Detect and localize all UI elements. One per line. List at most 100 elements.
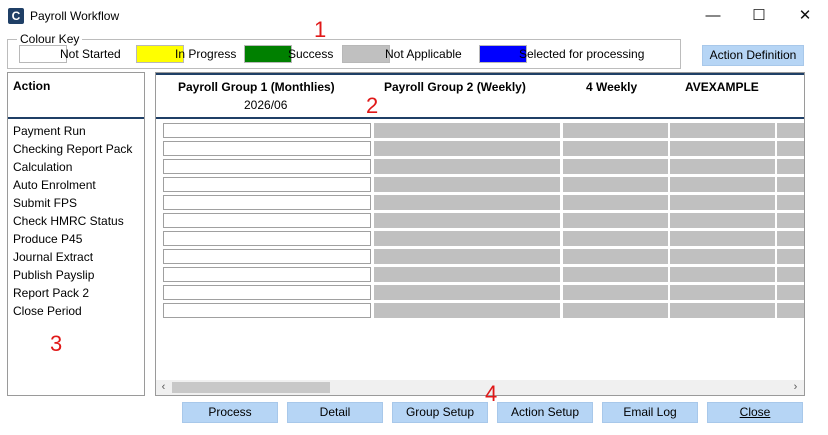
column-header-group-1[interactable]: Payroll Group 1 (Monthlies) (178, 80, 335, 94)
annotation-4: 4 (485, 381, 498, 406)
status-cell[interactable] (777, 159, 804, 174)
status-cell[interactable] (374, 249, 560, 264)
action-item[interactable]: Payment Run (13, 122, 86, 140)
status-cell[interactable] (777, 123, 804, 138)
action-definition-button[interactable]: Action Definition (702, 45, 804, 66)
colour-key: Colour Key Not Started In Progress Succe… (7, 32, 681, 69)
grid-top-divider (156, 73, 804, 75)
status-cell[interactable] (563, 123, 668, 138)
annotation-2: 2 (366, 93, 379, 118)
status-cell[interactable] (163, 159, 371, 174)
close-window-icon[interactable]: ✕ (782, 0, 828, 32)
window-title: Payroll Workflow (30, 9, 120, 23)
minimize-icon[interactable]: — (690, 0, 736, 32)
status-cell[interactable] (374, 123, 560, 138)
status-cell[interactable] (563, 231, 668, 246)
group-setup-button[interactable]: Group Setup (392, 402, 488, 423)
status-cell[interactable] (163, 285, 371, 300)
status-cell[interactable] (670, 141, 775, 156)
status-cell[interactable] (374, 213, 560, 228)
status-cell[interactable] (374, 285, 560, 300)
swatch-success (244, 45, 292, 63)
status-cell[interactable] (163, 123, 371, 138)
key-label-success: Success (288, 47, 334, 61)
status-cell[interactable] (777, 213, 804, 228)
process-button[interactable]: Process (182, 402, 278, 423)
status-cell[interactable] (374, 177, 560, 192)
status-cell[interactable] (563, 141, 668, 156)
status-cell[interactable] (563, 285, 668, 300)
close-button[interactable]: Close (707, 402, 803, 423)
title-bar: C Payroll Workflow — ☐ ✕ (0, 0, 828, 32)
action-item[interactable]: Report Pack 2 (13, 284, 89, 302)
action-item[interactable]: Journal Extract (13, 248, 93, 266)
status-cell[interactable] (563, 303, 668, 318)
action-item[interactable]: Auto Enrolment (13, 176, 96, 194)
status-cell[interactable] (563, 159, 668, 174)
status-cell[interactable] (563, 195, 668, 210)
status-cell[interactable] (163, 141, 371, 156)
status-cell[interactable] (777, 195, 804, 210)
status-cell[interactable] (670, 231, 775, 246)
status-cell[interactable] (777, 303, 804, 318)
status-cell[interactable] (670, 249, 775, 264)
action-header-divider (8, 117, 144, 119)
key-label-not-started: Not Started (60, 47, 121, 61)
status-cell[interactable] (777, 285, 804, 300)
status-cell[interactable] (374, 159, 560, 174)
status-cell[interactable] (670, 123, 775, 138)
status-cell[interactable] (670, 213, 775, 228)
status-cell[interactable] (670, 159, 775, 174)
status-cell[interactable] (563, 213, 668, 228)
horizontal-scrollbar[interactable]: ‹ › (156, 380, 804, 395)
status-cell[interactable] (163, 177, 371, 192)
status-cell[interactable] (163, 195, 371, 210)
status-cell[interactable] (670, 195, 775, 210)
status-cell[interactable] (163, 249, 371, 264)
status-cell[interactable] (777, 231, 804, 246)
action-item[interactable]: Submit FPS (13, 194, 77, 212)
status-cell[interactable] (163, 231, 371, 246)
status-cell[interactable] (374, 195, 560, 210)
action-item[interactable]: Produce P45 (13, 230, 82, 248)
scroll-left-icon[interactable]: ‹ (156, 380, 171, 395)
status-cell[interactable] (777, 249, 804, 264)
status-cell[interactable] (670, 303, 775, 318)
status-cell[interactable] (374, 141, 560, 156)
key-label-not-applicable: Not Applicable (385, 47, 462, 61)
status-cell[interactable] (777, 177, 804, 192)
maximize-icon[interactable]: ☐ (736, 0, 782, 32)
status-cell[interactable] (374, 267, 560, 282)
key-label-selected: Selected for processing (519, 47, 645, 61)
status-cell[interactable] (670, 177, 775, 192)
email-log-button[interactable]: Email Log (602, 402, 698, 423)
action-item[interactable]: Publish Payslip (13, 266, 94, 284)
status-cell[interactable] (163, 303, 371, 318)
action-item[interactable]: Check HMRC Status (13, 212, 124, 230)
status-cell[interactable] (670, 267, 775, 282)
grid-header-divider (156, 117, 804, 119)
column-header-avexample[interactable]: AVEXAMPLE (685, 80, 759, 94)
scrollbar-thumb[interactable] (172, 382, 330, 393)
status-cell[interactable] (163, 213, 371, 228)
action-item[interactable]: Calculation (13, 158, 72, 176)
column-header-4-weekly[interactable]: 4 Weekly (586, 80, 637, 94)
status-cell[interactable] (777, 267, 804, 282)
column-period-group-1: 2026/06 (244, 98, 288, 112)
action-item[interactable]: Checking Report Pack (13, 140, 132, 158)
status-cell[interactable] (563, 177, 668, 192)
status-cell[interactable] (563, 249, 668, 264)
status-cell[interactable] (670, 285, 775, 300)
status-cell[interactable] (374, 231, 560, 246)
column-header-group-2[interactable]: Payroll Group 2 (Weekly) (384, 80, 526, 94)
action-setup-button[interactable]: Action Setup (497, 402, 593, 423)
status-cell[interactable] (374, 303, 560, 318)
status-cell[interactable] (163, 267, 371, 282)
scroll-right-icon[interactable]: › (788, 380, 803, 395)
detail-button[interactable]: Detail (287, 402, 383, 423)
app-icon: C (8, 8, 24, 24)
status-cell[interactable] (563, 267, 668, 282)
swatch-not-applicable (342, 45, 390, 63)
action-item[interactable]: Close Period (13, 302, 82, 320)
status-cell[interactable] (777, 141, 804, 156)
